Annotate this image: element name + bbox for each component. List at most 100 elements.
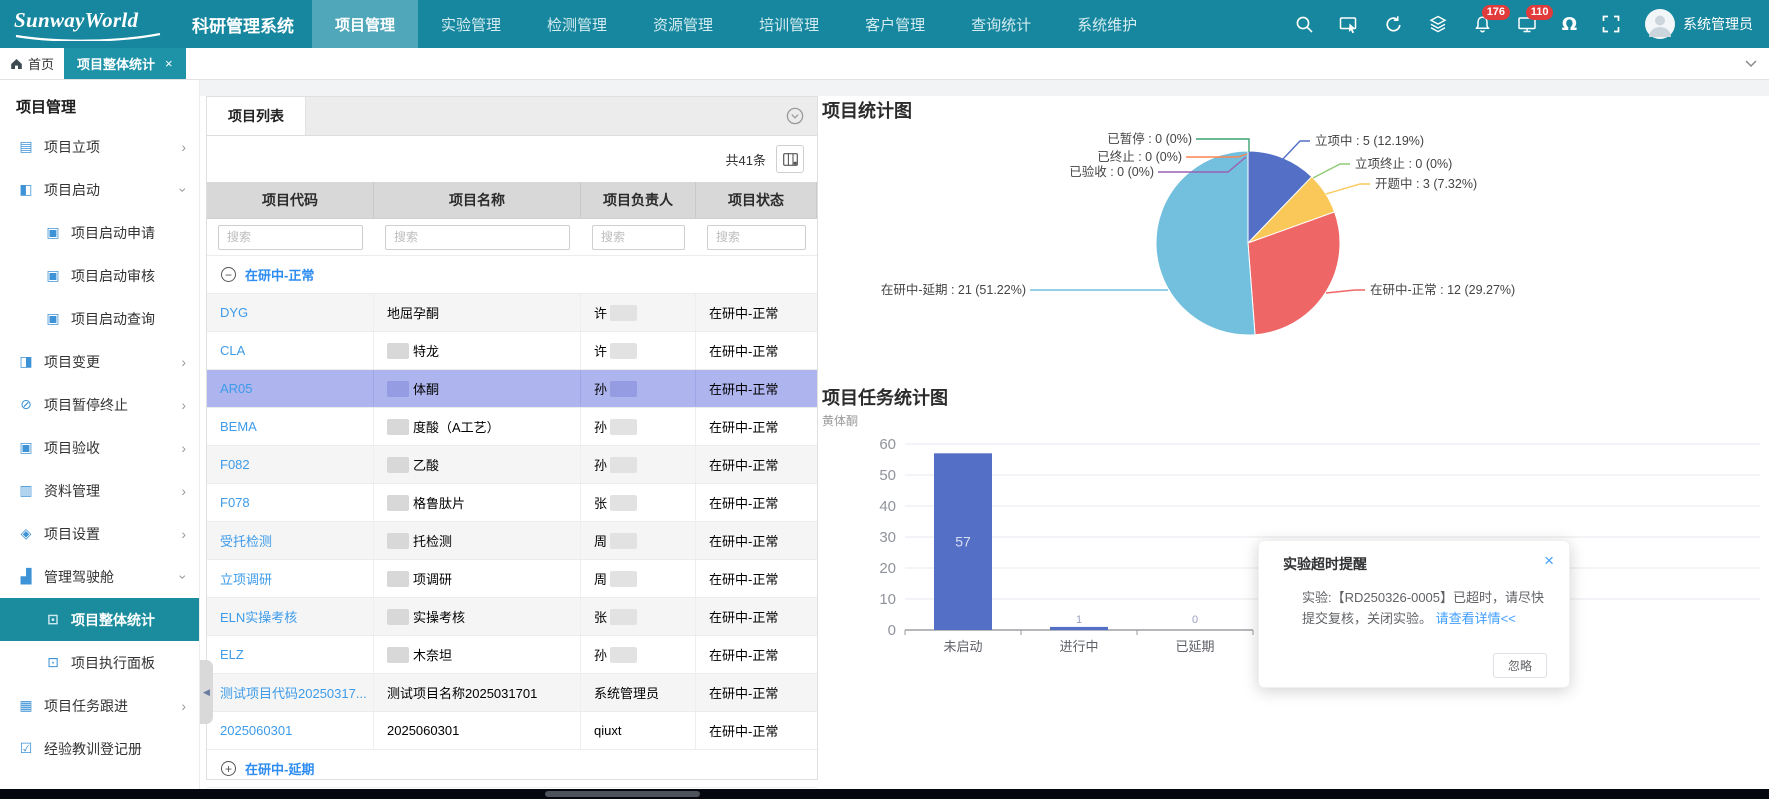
notifications-bell-icon[interactable]: 176 <box>1473 15 1492 34</box>
cell-code: 受托检测 <box>207 522 374 559</box>
view-details-link[interactable]: 请查看详情<< <box>1436 611 1516 626</box>
project-code-link[interactable]: 立项调研 <box>220 569 272 588</box>
column-header-项目状态[interactable]: 项目状态 <box>696 182 817 218</box>
pie-label-立项终止: 立项终止 : 0 (0%) <box>1355 156 1452 171</box>
omega-icon[interactable]: Ω <box>1562 14 1577 35</box>
search-input-项目名称[interactable] <box>385 225 570 250</box>
bottom-scrollbar-track <box>0 789 1769 799</box>
sidebar-item-经验教训登记册[interactable]: ☑经验教训登记册 <box>0 727 199 770</box>
nav-item-检测管理[interactable]: 检测管理 <box>524 0 630 48</box>
sidebar-item-资料管理[interactable]: ▥资料管理› <box>0 469 199 512</box>
project-initiation-icon: ▤ <box>17 138 35 155</box>
sidebar-item-项目暂停终止[interactable]: ⊘项目暂停终止› <box>0 383 199 426</box>
column-config-button[interactable] <box>776 145 804 173</box>
nav-item-系统维护[interactable]: 系统维护 <box>1054 0 1160 48</box>
panel-tab-project-list[interactable]: 项目列表 <box>207 97 306 135</box>
sidebar-item-管理驾驶舱[interactable]: ▟管理驾驶舱› <box>0 555 199 598</box>
bottom-scrollbar-thumb[interactable] <box>545 791 700 797</box>
search-input-项目状态[interactable] <box>707 225 806 250</box>
collapse-group-icon[interactable]: − <box>221 267 236 282</box>
chevron-right-icon: › <box>181 441 186 455</box>
table-search-row <box>207 219 817 256</box>
refresh-icon[interactable] <box>1384 15 1403 34</box>
sidebar-item-label: 项目整体统计 <box>71 610 155 630</box>
table-row[interactable]: ELZ木奈坦孙在研中-正常 <box>207 636 817 674</box>
table-row[interactable]: 受托检测托检测周在研中-正常 <box>207 522 817 560</box>
sidebar-item-项目整体统计[interactable]: ⊡项目整体统计 <box>0 598 199 641</box>
nav-item-项目管理[interactable]: 项目管理 <box>312 0 418 48</box>
sidebar-item-项目启动[interactable]: ◧项目启动› <box>0 168 199 211</box>
sidebar-item-项目变更[interactable]: ◨项目变更› <box>0 340 199 383</box>
redaction-block <box>610 305 637 321</box>
popup-close-icon[interactable]: × <box>1544 552 1554 569</box>
table-row[interactable]: 立项调研项调研周在研中-正常 <box>207 560 817 598</box>
user-menu[interactable]: 系统管理员 <box>1645 9 1753 39</box>
search-input-项目负责人[interactable] <box>592 225 685 250</box>
column-header-项目负责人[interactable]: 项目负责人 <box>581 182 696 218</box>
sidebar-item-项目启动申请[interactable]: ▣项目启动申请 <box>0 211 199 254</box>
tab-home[interactable]: 首页 <box>0 48 64 79</box>
project-code-link[interactable]: 2025060301 <box>220 723 292 738</box>
nav-item-查询统计[interactable]: 查询统计 <box>948 0 1054 48</box>
sidebar-collapse-handle[interactable]: ◀ <box>200 660 213 724</box>
table-row[interactable]: AR05体酮孙在研中-正常 <box>207 370 817 408</box>
group-row-open: − 在研中-正常 <box>207 256 817 294</box>
project-code-link[interactable]: F082 <box>220 457 250 472</box>
search-cell <box>207 219 374 255</box>
total-count: 共41条 <box>726 150 766 169</box>
expand-group-icon[interactable]: + <box>221 761 236 776</box>
sidebar-item-项目验收[interactable]: ▣项目验收› <box>0 426 199 469</box>
project-code-link[interactable]: F078 <box>220 495 250 510</box>
tab-close-icon[interactable]: × <box>165 56 173 71</box>
sidebar-item-项目任务跟进[interactable]: ▦项目任务跟进› <box>0 684 199 727</box>
project-code-link[interactable]: BEMA <box>220 419 257 434</box>
sidebar-item-项目启动查询[interactable]: ▣项目启动查询 <box>0 297 199 340</box>
search-icon[interactable] <box>1295 15 1314 34</box>
table-row[interactable]: F078格鲁肽片张在研中-正常 <box>207 484 817 522</box>
column-header-项目名称[interactable]: 项目名称 <box>374 182 581 218</box>
group-label[interactable]: 在研中-正常 <box>245 265 314 284</box>
layers-icon[interactable] <box>1428 15 1448 34</box>
project-code-link[interactable]: AR05 <box>220 381 253 396</box>
project-code-link[interactable]: CLA <box>220 343 245 358</box>
nav-item-资源管理[interactable]: 资源管理 <box>630 0 736 48</box>
document-management-icon: ▥ <box>17 482 35 499</box>
table-row[interactable]: 测试项目代码20250317...测试项目名称2025031701系统管理员在研… <box>207 674 817 712</box>
sidebar-item-label: 项目验收 <box>44 438 100 458</box>
sidebar-item-项目执行面板[interactable]: ⊡项目执行面板 <box>0 641 199 684</box>
nav-item-客户管理[interactable]: 客户管理 <box>842 0 948 48</box>
column-header-项目代码[interactable]: 项目代码 <box>207 182 374 218</box>
table-row[interactable]: F082乙酸孙在研中-正常 <box>207 446 817 484</box>
ignore-button[interactable]: 忽略 <box>1493 653 1547 678</box>
monitor-icon[interactable]: 110 <box>1517 15 1537 34</box>
project-code-link[interactable]: ELZ <box>220 647 244 662</box>
table-row[interactable]: CLA特龙许在研中-正常 <box>207 332 817 370</box>
table-row[interactable]: ELN实操考核实操考核张在研中-正常 <box>207 598 817 636</box>
table-row[interactable]: DYG地屈孕酮许在研中-正常 <box>207 294 817 332</box>
sidebar-item-label: 项目启动查询 <box>71 309 155 329</box>
project-code-link[interactable]: 受托检测 <box>220 531 272 550</box>
tab-list-chevron-icon[interactable] <box>1745 48 1769 79</box>
project-code-link[interactable]: 测试项目代码20250317... <box>220 683 367 702</box>
sidebar-item-项目启动审核[interactable]: ▣项目启动审核 <box>0 254 199 297</box>
table-row[interactable]: 20250603012025060301qiuxt在研中-正常 <box>207 712 817 750</box>
project-code-link[interactable]: ELN实操考核 <box>220 607 297 626</box>
sidebar-item-项目立项[interactable]: ▤项目立项› <box>0 125 199 168</box>
bar-value-label-未启动: 57 <box>955 534 971 550</box>
shortcut-panel-icon[interactable] <box>1339 15 1359 34</box>
fullscreen-icon[interactable] <box>1602 15 1620 33</box>
project-code-link[interactable]: DYG <box>220 305 248 320</box>
cell-owner: 孙 <box>581 408 696 445</box>
redaction-block <box>610 457 637 473</box>
group-label[interactable]: 在研中-延期 <box>245 759 314 778</box>
nav-item-实验管理[interactable]: 实验管理 <box>418 0 524 48</box>
table-row[interactable]: BEMA度酸（A工艺）孙在研中-正常 <box>207 408 817 446</box>
panel-collapse-icon[interactable] <box>786 107 804 130</box>
bar-chart-title: 项目任务统计图 <box>822 384 948 410</box>
nav-item-培训管理[interactable]: 培训管理 <box>736 0 842 48</box>
tab-project-overall-stats[interactable]: 项目整体统计 × <box>64 48 186 79</box>
search-input-项目代码[interactable] <box>218 225 363 250</box>
sidebar: 项目管理 ▤项目立项›◧项目启动›▣项目启动申请▣项目启动审核▣项目启动查询◨项… <box>0 80 200 789</box>
logo[interactable]: SunwayWorld <box>0 8 190 41</box>
sidebar-item-项目设置[interactable]: ◈项目设置› <box>0 512 199 555</box>
